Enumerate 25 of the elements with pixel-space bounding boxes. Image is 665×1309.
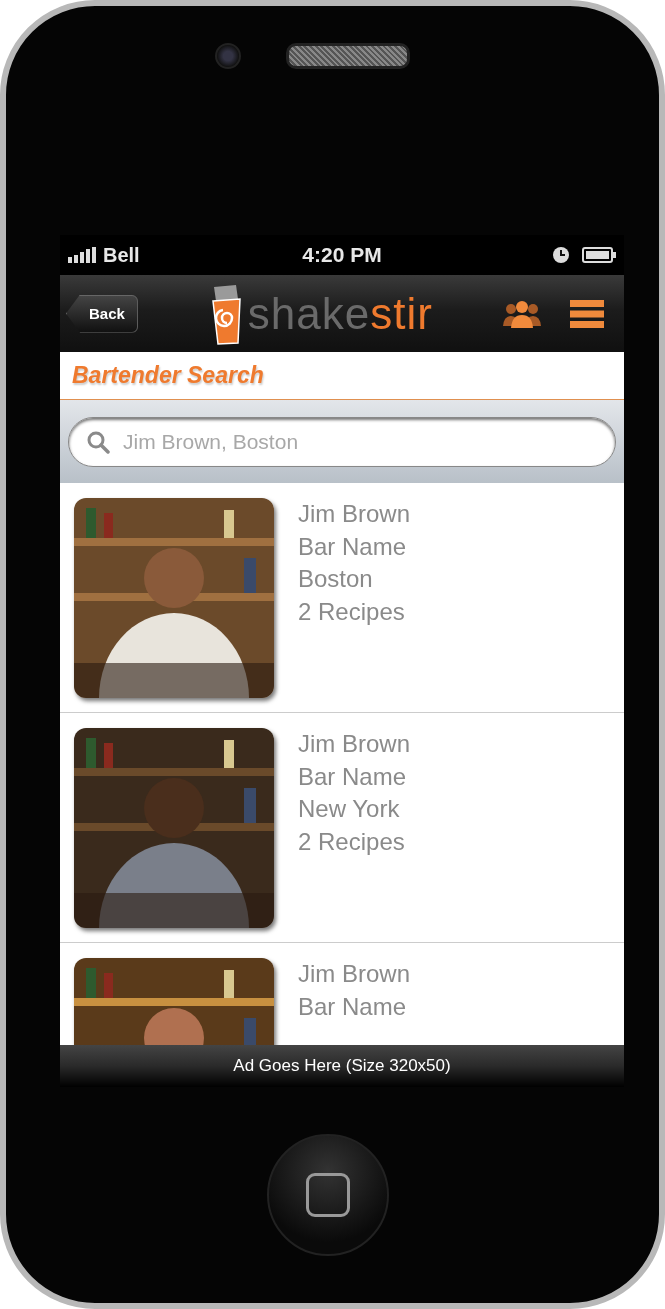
bartender-name: Jim Brown	[298, 959, 411, 989]
bartender-name: Jim Brown	[298, 499, 411, 529]
menu-icon[interactable]	[570, 299, 604, 328]
signal-icon	[68, 247, 98, 263]
bar-name: Bar Name	[298, 531, 408, 562]
search-field[interactable]: Jim Brown, Boston	[68, 416, 616, 467]
recipe-count: 2 Recipes	[298, 826, 406, 857]
bar-name: Bar Name	[298, 761, 408, 792]
ad-banner: Ad Goes Here (Size 320x50)	[60, 1045, 624, 1087]
carrier-name: Bell	[103, 243, 140, 267]
camera-icon	[215, 42, 241, 69]
app-logo-text: shakestir	[247, 291, 433, 336]
search-icon	[86, 429, 110, 454]
bartender-name: Jim Brown	[298, 729, 411, 759]
bartender-city: New York	[298, 794, 401, 824]
clock-icon	[552, 246, 570, 264]
battery-icon	[582, 247, 616, 263]
shaker-logo-icon	[209, 282, 244, 345]
people-icon[interactable]	[502, 299, 542, 328]
page-title: Bartender Search	[72, 362, 264, 389]
status-time: 4:20 PM	[302, 243, 382, 267]
bar-name: Bar Name	[298, 991, 408, 1022]
bartender-city: Boston	[298, 564, 374, 594]
recipe-count: 2 Recipes	[298, 596, 406, 627]
back-button[interactable]: Back	[66, 294, 138, 333]
